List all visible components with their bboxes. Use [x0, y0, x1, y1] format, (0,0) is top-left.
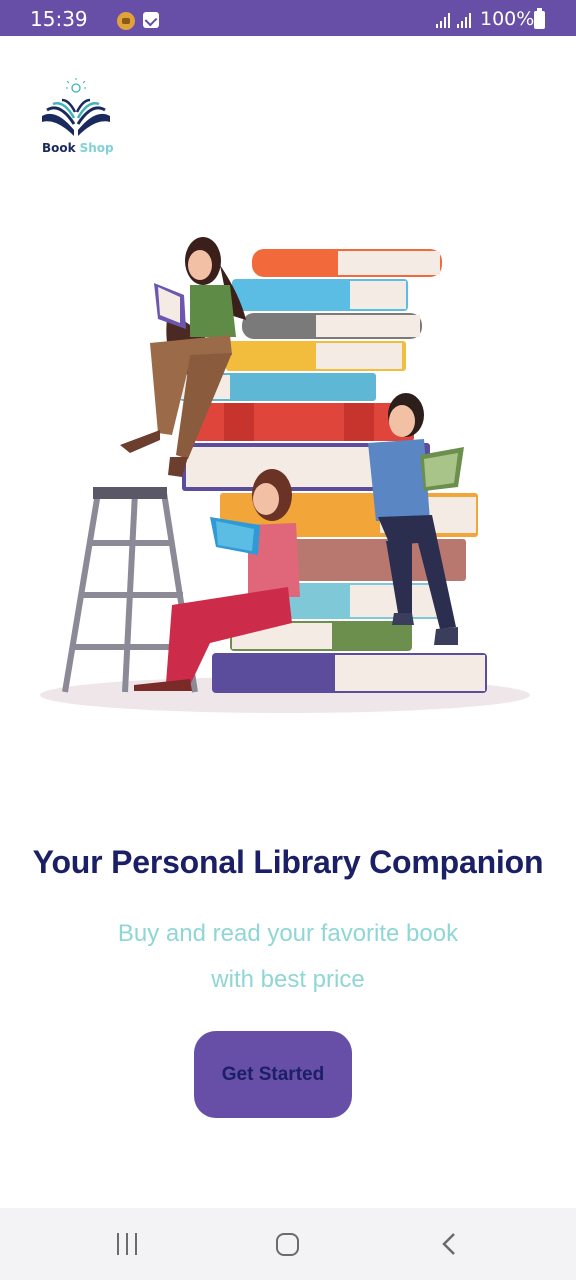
notification-app-icon: [117, 12, 135, 30]
logo-word-book: Book: [42, 141, 76, 155]
page-title: Your Personal Library Companion: [32, 844, 544, 880]
wifi-signal-icon: [435, 13, 451, 28]
status-bar: 15:39 100%: [0, 0, 576, 36]
recent-apps-icon[interactable]: [116, 1233, 138, 1255]
status-time: 15:39: [30, 7, 88, 31]
subtitle-line-1: Buy and read your favorite book: [117, 920, 459, 947]
system-nav-bar: [0, 1208, 576, 1280]
home-icon[interactable]: [276, 1233, 299, 1256]
subtitle-line-2: with best price: [211, 966, 365, 993]
notification-check-icon: [143, 12, 159, 28]
back-icon[interactable]: [440, 1233, 460, 1255]
reading-illustration: [40, 237, 530, 713]
app-logo-text: Book Shop: [42, 141, 114, 155]
logo-word-shop: Shop: [79, 141, 114, 155]
get-started-button[interactable]: Get Started: [194, 1031, 352, 1118]
battery-percentage: 100%: [480, 8, 535, 30]
cell-signal-icon: [456, 13, 472, 28]
battery-icon: [534, 8, 545, 29]
